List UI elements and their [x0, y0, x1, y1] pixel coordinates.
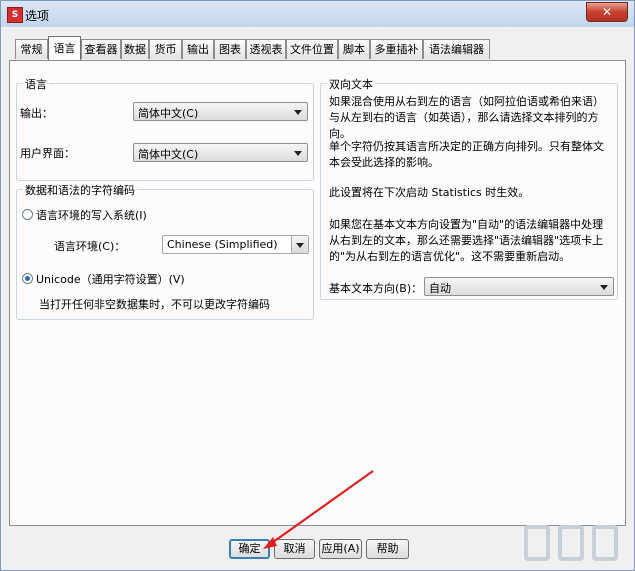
bidi-paragraph-3: 此设置将在下次启动 Statistics 时生效。 — [329, 186, 530, 199]
tab-content-panel: 语言 输出： 简体中文(C) 用户界面： 简体中文(C) 数据和语法的字符编码 … — [9, 60, 626, 526]
language-group-title: 语言 — [23, 76, 49, 92]
locale-select[interactable]: Chinese (Simplified) — [162, 235, 309, 254]
bidi-text-group-title: 双向文本 — [327, 76, 375, 92]
chevron-down-icon — [294, 151, 302, 156]
encoding-group: 数据和语法的字符编码 语言环境的写入系统(I) 语言环境(C)： Chinese… — [16, 182, 314, 320]
tab-pivot-tables[interactable]: 透视表 — [246, 39, 286, 59]
ok-button[interactable]: 确定 — [229, 539, 270, 559]
base-direction-value: 自动 — [429, 282, 451, 295]
base-direction-select[interactable]: 自动 — [424, 277, 614, 296]
title-bar: S 选项 ✕ — [1, 1, 634, 27]
help-button[interactable]: 帮助 — [366, 539, 409, 559]
chevron-down-icon — [600, 285, 608, 290]
unicode-label: Unicode（通用字符设置）(V) — [36, 273, 185, 286]
tab-multiple-imputation[interactable]: 多重插补 — [370, 39, 423, 59]
locale-writing-system-radio[interactable] — [22, 209, 33, 220]
chevron-down-icon — [294, 110, 302, 115]
ui-language-label: 用户界面： — [20, 147, 75, 160]
locale-value: Chinese (Simplified) — [167, 238, 278, 251]
output-language-select[interactable]: 简体中文(C) — [133, 102, 308, 121]
tab-viewer[interactable]: 查看器 — [81, 39, 121, 59]
tab-data[interactable]: 数据 — [121, 39, 149, 59]
locale-label: 语言环境(C)： — [54, 240, 126, 253]
output-language-label: 输出： — [20, 107, 53, 120]
close-icon[interactable]: ✕ — [586, 2, 628, 22]
unicode-radio[interactable] — [22, 273, 33, 284]
spss-app-icon: S — [7, 7, 23, 23]
bidi-paragraph-2: 单个字符仍按其语言所决定的正确方向排列。只有整体文本会受此选择的影响。 — [329, 140, 604, 169]
locale-writing-system-label: 语言环境的写入系统(I) — [36, 209, 147, 222]
window-title: 选项 — [25, 9, 50, 23]
tab-output[interactable]: 输出 — [182, 39, 214, 59]
tab-currency[interactable]: 货币 — [149, 39, 182, 59]
apply-button[interactable]: 应用(A) — [319, 539, 362, 559]
ui-language-value: 简体中文(C) — [138, 148, 199, 161]
output-language-value: 简体中文(C) — [138, 107, 199, 120]
bidi-text-group: 双向文本 如果混合使用从右到左的语言（如阿拉伯语或希伯来语）与从左到右的语言（如… — [320, 76, 618, 300]
watermark-logo — [524, 523, 622, 565]
tab-scripts[interactable]: 脚本 — [338, 39, 370, 59]
encoding-note: 当打开任何非空数据集时，不可以更改字符编码 — [39, 298, 270, 311]
base-direction-label: 基本文本方向(B)： — [329, 282, 423, 295]
bidi-paragraph-4: 如果您在基本文本方向设置为"自动"的语法编辑器中处理从右到左的文本，那么还需要选… — [329, 218, 604, 263]
locale-dropdown-button[interactable] — [291, 236, 308, 253]
tab-file-locations[interactable]: 文件位置 — [286, 39, 338, 59]
cancel-button[interactable]: 取消 — [274, 539, 315, 559]
ui-language-select[interactable]: 简体中文(C) — [133, 143, 308, 162]
bidi-paragraph-1: 如果混合使用从右到左的语言（如阿拉伯语或希伯来语）与从左到右的语言（如英语），那… — [329, 95, 604, 140]
tab-syntax-editor[interactable]: 语法编辑器 — [423, 39, 490, 59]
tab-language[interactable]: 语言 — [48, 36, 81, 60]
tab-charts[interactable]: 图表 — [214, 39, 246, 59]
chevron-down-icon — [296, 243, 304, 248]
encoding-group-title: 数据和语法的字符编码 — [23, 182, 137, 198]
tab-strip: 常规 语言 查看器 数据 货币 输出 图表 透视表 文件位置 脚本 多重插补 语… — [15, 36, 625, 61]
language-group: 语言 输出： 简体中文(C) 用户界面： 简体中文(C) — [16, 76, 314, 181]
options-dialog: S 选项 ✕ 常规 语言 查看器 数据 货币 输出 图表 透视表 文件位置 脚本… — [0, 0, 635, 571]
tab-general[interactable]: 常规 — [15, 39, 48, 59]
